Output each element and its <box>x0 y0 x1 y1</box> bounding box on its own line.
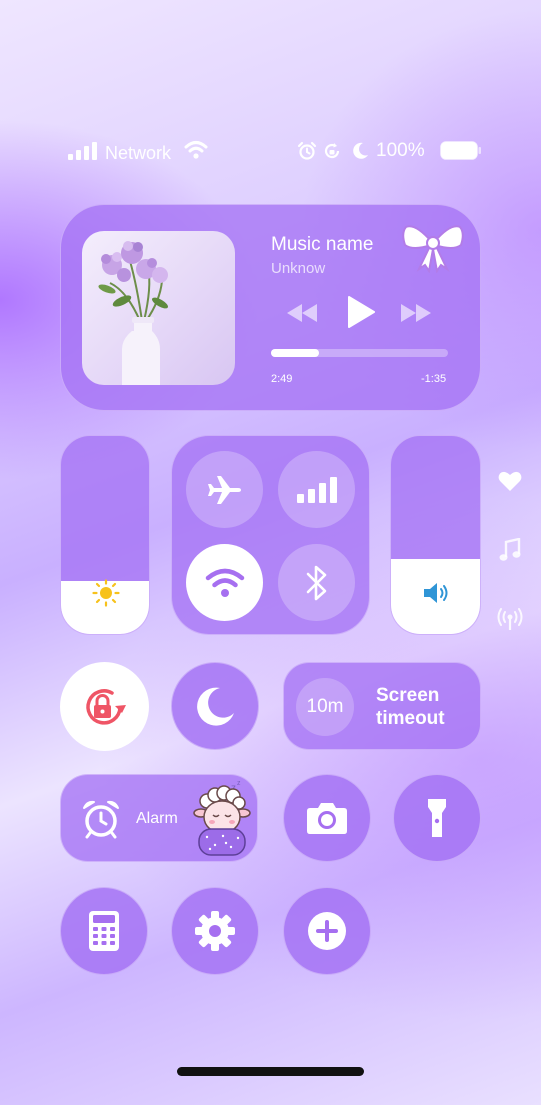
rotation-lock-icon <box>85 688 126 725</box>
wifi-icon <box>205 568 244 597</box>
bluetooth-button[interactable] <box>278 544 355 621</box>
airplane-icon <box>207 475 241 504</box>
flashlight-icon <box>428 799 446 837</box>
camera-button[interactable] <box>283 774 371 862</box>
album-art[interactable] <box>82 231 235 385</box>
alarm-label: Alarm <box>136 810 178 827</box>
battery-icon <box>440 141 482 161</box>
cellular-bars-icon <box>296 476 337 503</box>
settings-button[interactable] <box>171 887 259 975</box>
timeout-label-line2: timeout <box>376 708 445 729</box>
moon-icon <box>197 687 234 726</box>
gear-icon <box>195 911 235 951</box>
alarm-status-icon <box>297 141 317 161</box>
sleeping-sheep-icon: z z <box>193 779 251 859</box>
progress-track[interactable] <box>271 349 448 357</box>
plus-icon <box>308 912 346 950</box>
sun-icon <box>92 579 120 607</box>
timeout-value: 10m <box>296 678 354 736</box>
calculator-button[interactable] <box>60 887 148 975</box>
heart-icon[interactable] <box>498 470 522 492</box>
calculator-icon <box>89 911 119 951</box>
home-indicator[interactable] <box>177 1067 364 1076</box>
screen-timeout-button[interactable]: 10m Screen timeout <box>283 662 481 750</box>
rotation-lock-status-icon <box>322 141 342 161</box>
moon-status-icon <box>350 141 370 161</box>
mobile-data-button[interactable] <box>278 451 355 528</box>
rewind-button[interactable] <box>285 298 319 328</box>
track-title: Music name <box>271 234 374 255</box>
elapsed-time: 2:49 <box>271 373 293 385</box>
alarm-clock-icon <box>81 799 121 839</box>
volume-slider[interactable] <box>390 435 481 635</box>
do-not-disturb-button[interactable] <box>171 662 259 750</box>
airplane-mode-button[interactable] <box>186 451 263 528</box>
track-artist: Unknow <box>271 260 326 277</box>
status-bar: Network 100% <box>68 138 482 166</box>
carrier-name: Network <box>105 143 172 163</box>
svg-text:z: z <box>237 780 241 787</box>
speaker-icon <box>422 581 452 605</box>
wifi-toggle-button[interactable] <box>186 544 263 621</box>
timeout-label-line1: Screen <box>376 685 440 706</box>
cellular-signal-icon <box>68 142 98 160</box>
flashlight-button[interactable] <box>393 774 481 862</box>
brightness-slider[interactable] <box>60 435 150 635</box>
fast-forward-button[interactable] <box>399 298 433 328</box>
connectivity-panel <box>171 435 370 635</box>
progress-fill <box>271 349 319 357</box>
add-control-button[interactable] <box>283 887 371 975</box>
remaining-time: -1:35 <box>421 373 447 385</box>
play-button[interactable] <box>343 293 379 331</box>
media-player: Music name Unknow 2:49 -1:35 <box>60 204 481 411</box>
alarm-button[interactable]: Alarm z z <box>60 774 258 862</box>
music-note-icon[interactable] <box>499 538 521 562</box>
bluetooth-icon <box>306 565 326 600</box>
battery-percent: 100% <box>376 140 425 161</box>
bow-icon <box>401 219 465 273</box>
rotation-lock-button[interactable] <box>60 662 149 751</box>
wifi-status-icon <box>184 140 208 160</box>
camera-icon <box>307 803 347 834</box>
broadcast-icon[interactable] <box>497 606 523 632</box>
